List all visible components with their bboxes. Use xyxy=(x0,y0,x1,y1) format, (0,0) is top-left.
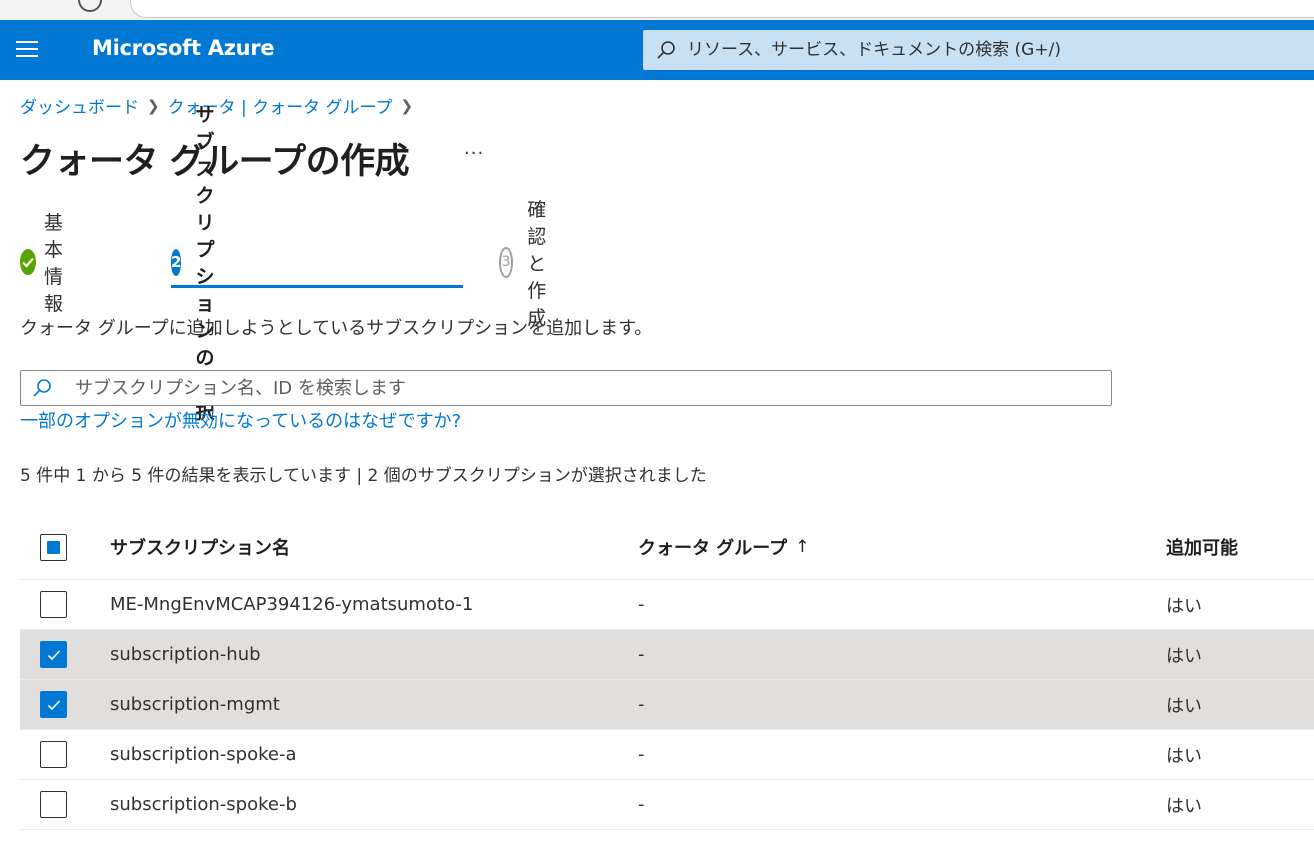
checkmark-circle-icon xyxy=(20,249,36,275)
quota-group-cell: - xyxy=(638,644,645,665)
azure-top-bar: Microsoft Azure xyxy=(0,20,1314,80)
subscription-name-cell: subscription-spoke-a xyxy=(110,744,297,765)
row-checkbox[interactable] xyxy=(40,641,67,668)
results-summary: 5 件中 1 から 5 件の結果を表示しています | 2 個のサブスクリプション… xyxy=(20,466,707,486)
column-header-name: サブスクリプション名 xyxy=(110,538,290,559)
search-icon xyxy=(657,41,675,59)
can-add-cell: はい xyxy=(1166,695,1202,717)
active-tab-underline xyxy=(171,285,463,288)
row-checkbox[interactable] xyxy=(40,741,67,768)
can-add-cell: はい xyxy=(1166,795,1202,817)
step-number-badge: 2 xyxy=(171,248,182,276)
table-row[interactable]: subscription-spoke-b - はい xyxy=(20,780,1314,830)
subscription-name-cell: ME-MngEnvMCAP394126-ymatsumoto-1 xyxy=(110,594,474,615)
column-header-quota-group[interactable]: クォータ グループ ↑ xyxy=(638,515,809,579)
hamburger-icon[interactable] xyxy=(16,41,38,59)
row-checkbox[interactable] xyxy=(40,591,67,618)
browser-address-bar xyxy=(0,0,1314,20)
select-all-checkbox[interactable] xyxy=(40,533,67,561)
subscription-table: サブスクリプション名 クォータ グループ ↑ 追加可能 ME-MngEnvMCA… xyxy=(20,515,1314,830)
subscription-name-cell: subscription-hub xyxy=(110,644,261,665)
breadcrumb-dashboard[interactable]: ダッシュボード xyxy=(20,93,139,118)
tab-review-create[interactable]: 3 確認と作成 xyxy=(499,199,563,329)
quota-group-cell: - xyxy=(638,694,645,715)
chevron-right-icon: ❯ xyxy=(400,96,414,115)
checkmark-icon xyxy=(47,699,60,710)
quota-group-cell: - xyxy=(638,744,645,765)
step-number-badge: 3 xyxy=(499,246,514,278)
tab-subscription-selection[interactable]: 2 サブスクリプションの選択 xyxy=(171,104,231,423)
table-header: サブスクリプション名 クォータ グループ ↑ 追加可能 xyxy=(20,515,1314,580)
disabled-options-help-link[interactable]: 一部のオプションが無効になっているのはなぜですか? xyxy=(20,407,461,433)
column-header-can-add: 追加可能 xyxy=(1166,538,1238,559)
subscription-name-cell: subscription-spoke-b xyxy=(110,794,297,815)
subscription-search-input[interactable] xyxy=(73,376,1077,400)
search-icon xyxy=(33,379,51,397)
tab-basics[interactable]: 基本情報 xyxy=(20,212,73,315)
step-description: クォータ グループに追加しようとしているサブスクリプションを追加します。 xyxy=(20,318,653,339)
subscription-search-box[interactable] xyxy=(20,370,1112,406)
reload-icon[interactable] xyxy=(78,0,102,12)
subscription-name-cell: subscription-mgmt xyxy=(110,694,280,715)
row-checkbox[interactable] xyxy=(40,691,67,718)
sort-ascending-icon: ↑ xyxy=(795,537,810,557)
column-header-quota-group-label: クォータ グループ xyxy=(638,538,788,559)
table-row[interactable]: ME-MngEnvMCAP394126-ymatsumoto-1 - はい xyxy=(20,580,1314,630)
tab-basics-label: 基本情報 xyxy=(44,212,64,315)
more-actions-button[interactable]: ··· xyxy=(464,143,484,164)
chevron-right-icon: ❯ xyxy=(147,96,160,115)
checkmark-icon xyxy=(47,649,60,660)
table-row[interactable]: subscription-mgmt - はい xyxy=(20,680,1314,730)
can-add-cell: はい xyxy=(1166,595,1202,617)
can-add-cell: はい xyxy=(1166,645,1202,667)
global-search-box[interactable] xyxy=(643,30,1314,70)
quota-group-cell: - xyxy=(638,794,645,815)
row-checkbox[interactable] xyxy=(40,791,67,818)
can-add-cell: はい xyxy=(1166,745,1202,767)
address-field[interactable] xyxy=(130,0,1314,18)
global-search-input[interactable] xyxy=(685,39,1289,61)
brand-title[interactable]: Microsoft Azure xyxy=(92,36,275,60)
table-row[interactable]: subscription-hub - はい xyxy=(20,630,1314,680)
quota-group-cell: - xyxy=(638,594,645,615)
table-row[interactable]: subscription-spoke-a - はい xyxy=(20,730,1314,780)
tab-review-create-label: 確認と作成 xyxy=(527,198,547,329)
